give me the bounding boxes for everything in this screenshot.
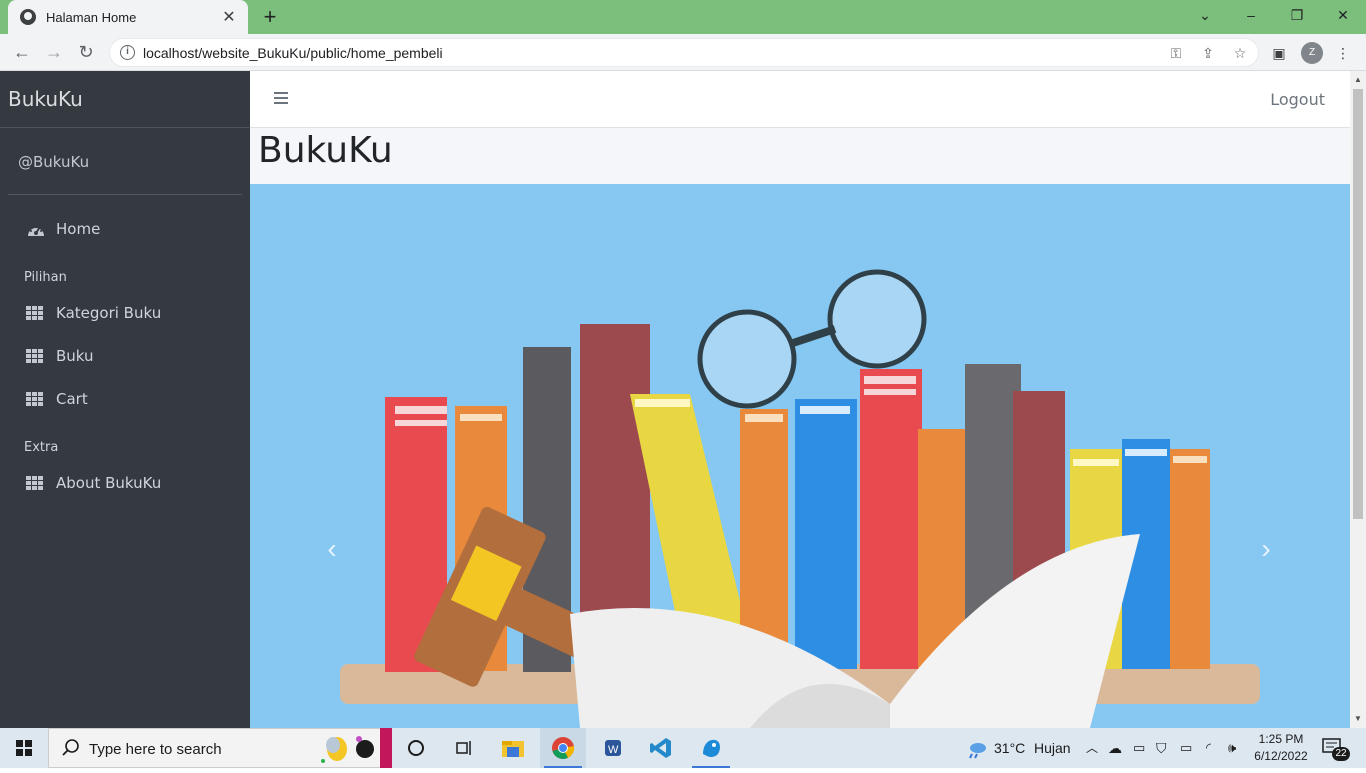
volume-icon[interactable]: 🕪 [1228,728,1236,768]
top-navbar: Logout [250,71,1350,128]
forward-button[interactable]: → [42,40,66,64]
close-tab-icon[interactable]: ✕ [220,7,238,27]
close-window-button[interactable]: ✕ [1320,0,1366,34]
notification-count-badge: 22 [1332,747,1350,761]
side-panel-icon[interactable]: ▣ [1268,42,1290,64]
clock-date: 6/12/2022 [1254,749,1308,763]
meet-now-icon[interactable]: ▭ [1133,728,1145,768]
security-shield-icon[interactable]: ⛉ [1156,728,1167,768]
file-explorer-icon[interactable] [490,728,536,768]
browser-tabstrip: Halaman Home ✕ + ⌄ – ❐ ✕ [0,0,1366,34]
onedrive-cloud-icon[interactable]: ☁ [1108,728,1122,768]
share-icon[interactable]: ⇪ [1198,43,1218,63]
sidebar-item-kategori-buku[interactable]: Kategori Buku [8,293,242,333]
tab-title: Halaman Home [46,9,137,25]
cortana-icon[interactable] [393,728,439,768]
sidebar-item-label: Home [56,220,101,238]
bookmark-star-icon[interactable]: ☆ [1230,43,1250,63]
sidebar-item-about[interactable]: About BukuKu [8,463,242,503]
reload-button[interactable]: ↻ [74,40,98,64]
weather-text[interactable]: Hujan [1034,728,1071,768]
globe-icon [20,9,36,25]
word-app-icon[interactable]: W [590,728,636,768]
sidebar-item-label: Cart [56,390,88,408]
wifi-icon[interactable]: ◜ [1206,728,1211,768]
sidebar-item-cart[interactable]: Cart [8,379,242,419]
clock-time: 1:25 PM [1258,732,1304,746]
restore-button[interactable]: ❐ [1274,0,1320,34]
grid-icon [26,391,46,408]
menu-kebab-icon[interactable]: ⋮ [1332,42,1354,64]
new-tab-button[interactable]: + [257,4,283,30]
back-button[interactable]: ← [10,40,34,64]
tab-search-chevron-icon[interactable]: ⌄ [1182,0,1228,34]
hamburger-menu-icon[interactable] [274,92,288,104]
web-page: BukuKu @BukuKu Home Pilihan Kategori Buk… [0,71,1350,728]
brand-link[interactable]: BukuKu [0,71,250,128]
scroll-down-icon[interactable]: ▼ [1350,712,1366,726]
address-bar[interactable]: i localhost/website_BukuKu/public/home_p… [109,38,1259,67]
profile-avatar[interactable]: Z [1301,42,1323,64]
sidebar-item-label: Kategori Buku [56,304,162,322]
search-highlight-icon [321,736,374,763]
notification-center-icon[interactable]: 22 [1322,738,1350,761]
carousel-prev-icon[interactable]: ‹ [317,534,347,564]
weather-temp[interactable]: 31°C [994,728,1025,768]
sidebar-item-buku[interactable]: Buku [8,336,242,376]
content-header: BukuKu [250,128,1350,184]
taskbar-search-input[interactable]: Type here to search [48,728,392,768]
show-hidden-icons-chevron-icon[interactable]: ︿ [1086,728,1098,768]
windows-taskbar: Type here to search W 31°C Hujan ︿ ☁ ▭ ⛉… [0,728,1366,768]
grid-icon [26,475,46,492]
search-accent [380,728,392,768]
key-icon[interactable]: ⚿ [1166,43,1186,63]
sidebar: BukuKu @BukuKu Home Pilihan Kategori Buk… [0,71,250,728]
grid-icon [26,348,46,365]
logout-link[interactable]: Logout [1270,90,1325,109]
windows-start-icon[interactable] [0,728,48,768]
books-gavel-glasses-illustration [340,269,1260,728]
scrollbar-thumb[interactable] [1353,89,1363,519]
svg-text:W: W [608,744,619,756]
browser-tab[interactable]: Halaman Home ✕ [8,0,248,34]
sidebar-nav: Home Pilihan Kategori Buku Buku Cart Ext… [0,195,250,503]
sidebar-item-home[interactable]: Home [8,209,242,249]
page-scrollbar[interactable]: ▲ ▼ [1350,71,1366,728]
image-carousel: ‹ › [250,184,1350,728]
sidebar-item-label: Buku [56,347,94,365]
page-title: BukuKu [258,130,393,171]
carousel-next-icon[interactable]: › [1251,534,1281,564]
user-panel[interactable]: @BukuKu [8,128,242,195]
chrome-icon[interactable] [540,728,586,768]
xampp-app-icon[interactable] [688,728,734,768]
browser-toolbar: ← → ↻ i localhost/website_BukuKu/public/… [0,34,1366,71]
vscode-icon[interactable] [638,728,684,768]
sidebar-header-pilihan: Pilihan [24,270,67,285]
taskbar-clock[interactable]: 1:25 PM 6/12/2022 [1252,731,1310,765]
search-placeholder: Type here to search [89,741,222,758]
search-icon [62,739,79,756]
grid-icon [26,305,46,322]
sidebar-item-label: About BukuKu [56,474,162,492]
task-view-icon[interactable] [441,728,487,768]
battery-icon[interactable]: ▭ [1180,728,1192,768]
dashboard-gauge-icon [26,221,46,238]
weather-rain-icon[interactable] [966,728,988,768]
scroll-up-icon[interactable]: ▲ [1350,73,1366,87]
site-info-icon[interactable]: i [120,45,135,60]
url-text: localhost/website_BukuKu/public/home_pem… [143,45,443,61]
minimize-button[interactable]: – [1228,0,1274,34]
sidebar-header-extra: Extra [24,440,59,455]
